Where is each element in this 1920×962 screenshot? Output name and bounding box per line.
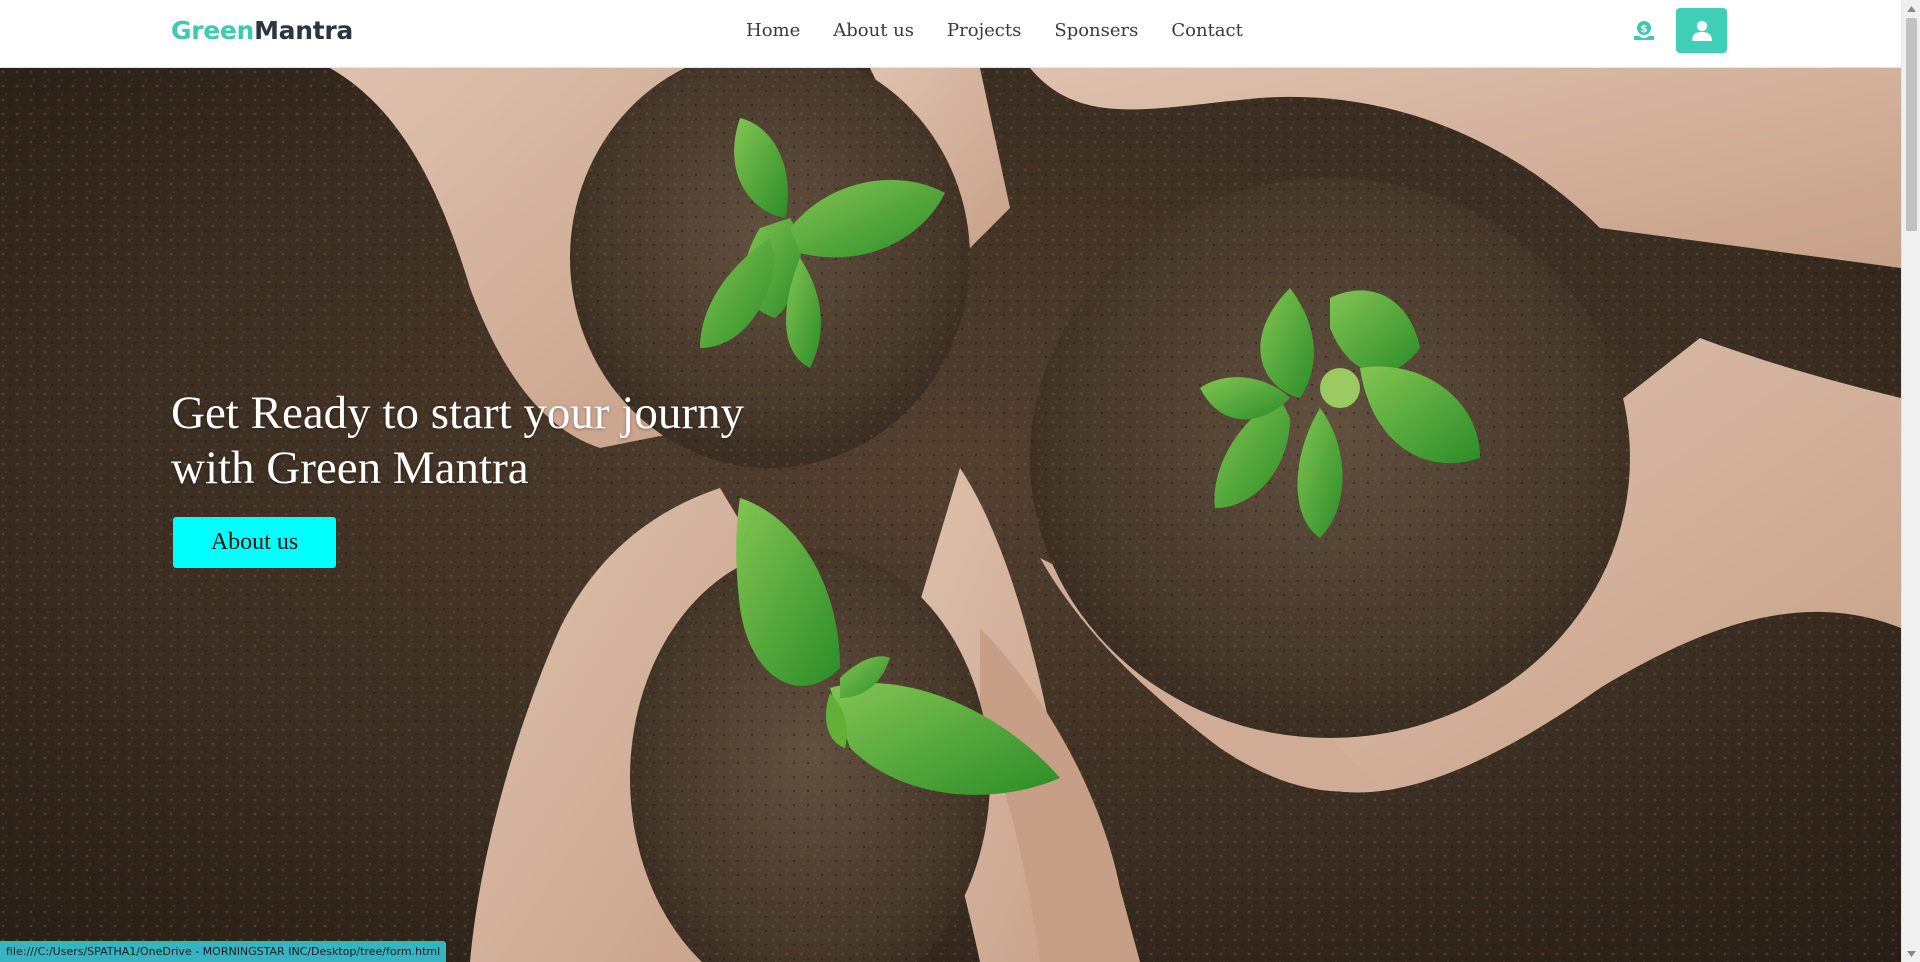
brand-logo-green: Green [171, 16, 255, 45]
scrollbar-thumb[interactable] [1906, 18, 1917, 231]
hero-background-image [0, 68, 1901, 962]
hero-section: Get Ready to start your journy with Gree… [0, 68, 1901, 962]
nav-link-contact[interactable]: Contact [1171, 20, 1242, 42]
vertical-scrollbar[interactable] [1901, 0, 1920, 962]
user-account-button[interactable] [1676, 8, 1727, 53]
hero-title: Get Ready to start your journy with Gree… [171, 386, 811, 496]
browser-status-url: file:///C:/Users/SPATHA1/OneDrive - MORN… [0, 941, 447, 962]
top-navbar: GreenMantra Home About us Projects Spons… [0, 0, 1901, 68]
scroll-down-arrow-icon[interactable] [1902, 945, 1920, 962]
hero-title-line-2: with Green Mantra [171, 442, 529, 494]
nav-link-about-us[interactable]: About us [833, 20, 914, 42]
nav-link-home[interactable]: Home [746, 20, 800, 42]
hero-title-line-1: Get Ready to start your journy [171, 387, 745, 439]
svg-text:$: $ [1641, 24, 1648, 35]
brand-logo[interactable]: GreenMantra [171, 16, 353, 46]
nav-link-sponsers[interactable]: Sponsers [1054, 20, 1138, 42]
hero-about-us-button[interactable]: About us [173, 517, 336, 568]
nav-link-projects[interactable]: Projects [947, 20, 1021, 42]
donate-icon: $ [1634, 21, 1654, 40]
brand-logo-mantra: Mantra [254, 16, 353, 45]
user-icon [1691, 20, 1712, 41]
scroll-up-arrow-icon[interactable] [1902, 0, 1920, 17]
donate-button[interactable]: $ [1632, 19, 1656, 43]
main-nav: Home About us Projects Sponsers Contact [746, 20, 1243, 42]
